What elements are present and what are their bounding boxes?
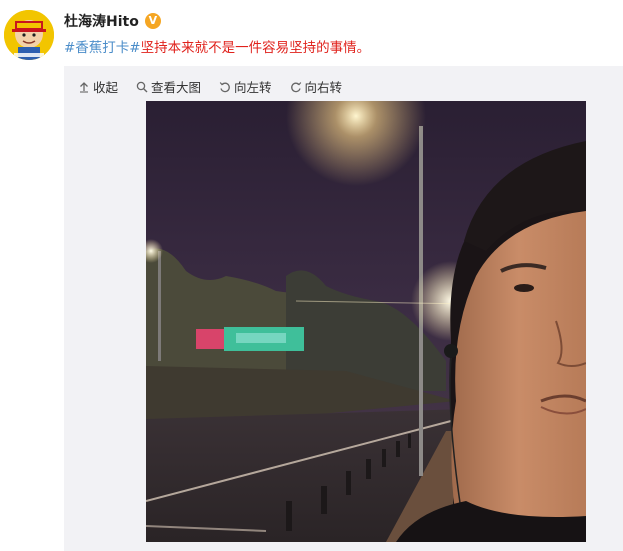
image-toolbar: 收起 查看大图 向左转 向右转 <box>78 77 342 96</box>
view-large-button[interactable]: 查看大图 <box>136 77 201 96</box>
rotate-right-button[interactable]: 向右转 <box>290 77 343 96</box>
rotate-left-icon <box>219 81 230 92</box>
rotate-right-icon <box>290 81 301 92</box>
post-author[interactable]: 杜海涛Hito V <box>64 11 161 31</box>
rotate-left-button[interactable]: 向左转 <box>219 77 272 96</box>
collapse-button[interactable]: 收起 <box>78 77 118 96</box>
magnifier-icon <box>136 81 148 92</box>
up-arrow-icon <box>80 81 88 93</box>
view-large-label: 查看大图 <box>151 80 202 95</box>
verified-icon: V <box>144 13 161 29</box>
username[interactable]: 杜海涛Hito <box>64 11 139 31</box>
rotate-left-label: 向左转 <box>234 80 272 95</box>
avatar-image <box>4 10 54 60</box>
post-photo[interactable] <box>146 101 586 542</box>
post-text: #香蕉打卡#坚持本来就不是一件容易坚持的事情。 <box>64 36 370 56</box>
collapse-label: 收起 <box>93 80 119 95</box>
night-road-selfie-image <box>146 101 586 542</box>
avatar[interactable] <box>4 10 54 60</box>
post-body-text: 坚持本来就不是一件容易坚持的事情。 <box>140 40 371 56</box>
hashtag-link[interactable]: #香蕉打卡# <box>64 40 141 56</box>
rotate-right-label: 向右转 <box>304 80 343 95</box>
